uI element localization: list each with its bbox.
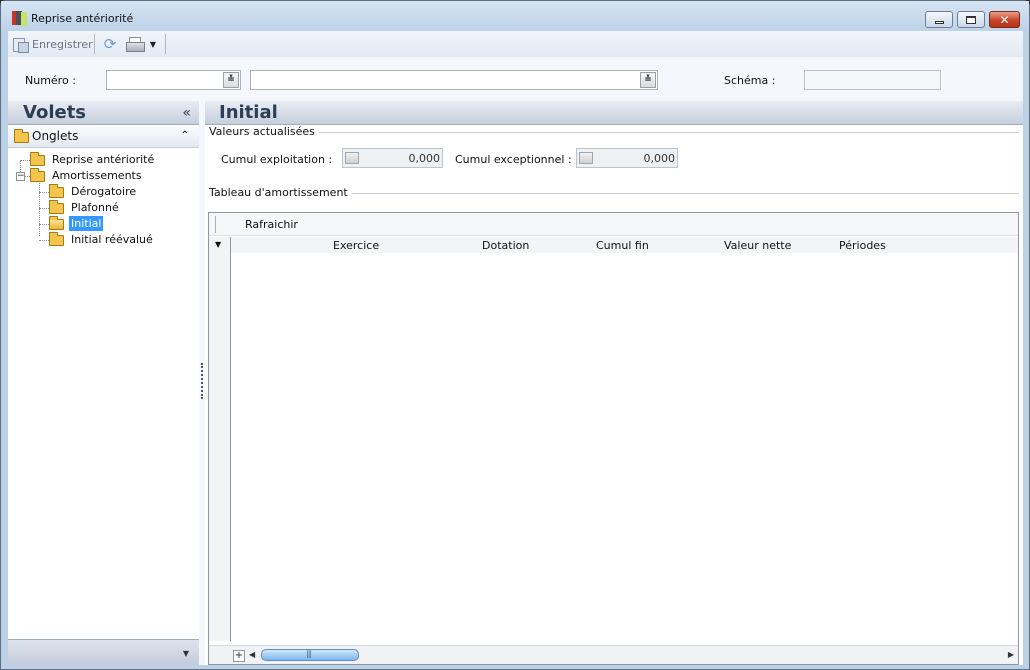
numero-description-combo[interactable]: ≚ [250,70,658,90]
cumul-exploitation-label: Cumul exploitation : [221,153,333,166]
column-header-dotation[interactable]: Dotation [482,239,529,252]
left-navigation-panel: Volets « Onglets ⌃ − Reprise antériorité… [8,101,199,665]
calculator-icon[interactable] [345,152,359,164]
close-button[interactable]: ✕ [989,11,1020,28]
section-rule [209,132,1019,133]
save-icon [12,36,29,53]
panel-header: Volets « [8,101,199,125]
calculator-icon[interactable] [579,152,593,164]
window-client-area: Enregistrer ⟳ ▼ Numéro : ≚ ≚ Schéma: Vo… [8,31,1023,665]
tableau-amortissement-legend: Tableau d'amortissement [209,186,352,199]
grid-toolbar: Rafraichir [209,213,1018,236]
restore-icon [966,15,976,24]
window-title: Reprise antériorité [31,12,134,25]
tabs-tree: − Reprise antériorité Amortissements Dér… [8,148,199,608]
save-label: Enregistrer [32,37,93,51]
tree-item-label: Reprise antériorité [52,153,155,166]
tree-item-label: Plafonné [71,201,119,214]
tree-connector [20,160,30,161]
tree-connector [39,240,49,241]
column-header-exercice[interactable]: Exercice [333,239,379,252]
toolbar: Enregistrer ⟳ ▼ [8,31,1023,57]
maximize-button[interactable] [957,11,985,28]
close-icon: ✕ [999,12,1010,27]
grid-footer: + ◀ ▶ [209,645,1018,664]
splitter-grip[interactable] [201,363,203,399]
content-header: Initial [205,101,1023,125]
tree-item-label: Initial réévalué [71,233,153,246]
tree-connector [39,192,49,193]
collapse-panel-icon[interactable]: « [182,105,191,121]
tree-connector [39,208,49,209]
main-content-panel: Initial Valeurs actualisées Cumul exploi… [205,101,1023,665]
refresh-icon: ⟳ [103,35,117,53]
open-folder-icon [49,216,64,230]
toolbar-separator [215,216,216,233]
minimize-button[interactable] [925,11,953,28]
row-selector-column: ▼ [209,237,231,641]
folder-icon [49,232,64,246]
numero-combo[interactable]: ≚ [106,70,241,90]
tree-item-label: Amortissements [52,169,142,182]
refresh-button[interactable]: ⟳ [100,35,120,53]
column-header-cumul-fin[interactable]: Cumul fin [596,239,649,252]
double-chevron-down-icon[interactable]: ≚ [223,72,239,88]
chevron-down-icon[interactable]: ▼ [183,649,189,658]
toolbar-separator [94,34,95,54]
panel-footer[interactable]: ▼ [8,639,199,665]
chevron-down-icon[interactable]: ▼ [215,240,221,249]
schema-field[interactable] [804,70,941,90]
group-header-onglets[interactable]: Onglets ⌃ [8,126,199,148]
scroll-left-icon[interactable]: ◀ [249,650,255,659]
app-icon [11,10,27,26]
tree-connector [39,224,49,225]
toolbar-separator [165,34,166,54]
valeurs-actualisees-legend: Valeurs actualisées [209,125,319,138]
amortization-grid: Rafraichir ▼ Exercice Dotation Cumul fin… [208,212,1019,665]
folder-icon [49,184,64,198]
cumul-exceptionnel-field[interactable]: 0,000 [576,148,678,168]
title-bar[interactable]: Reprise antériorité ✕ [1,1,1029,31]
folder-icon [14,129,29,143]
column-header-valeur-nette[interactable]: Valeur nette [724,239,791,252]
panel-title: Volets [23,102,87,123]
cumul-exceptionnel-label: Cumul exceptionnel : [455,153,572,166]
cumul-exploitation-field[interactable]: 0,000 [342,148,443,168]
folder-icon [49,200,64,214]
scroll-right-icon[interactable]: ▶ [1008,650,1014,659]
page-title: Initial [219,102,278,123]
group-title: Onglets [32,129,79,143]
double-chevron-down-icon[interactable]: ≚ [640,72,656,88]
folder-icon [30,168,45,182]
add-row-icon[interactable]: + [233,650,245,662]
header-fields: Numéro : ≚ ≚ Schéma : [8,57,1023,101]
tree-item-label: Dérogatoire [71,185,137,198]
cumul-exploitation-value: 0,000 [408,152,441,165]
chevron-down-icon: ▼ [149,39,157,49]
collapse-group-icon[interactable]: ⌃ [181,130,189,141]
print-button[interactable] [124,35,145,53]
numero-label: Numéro : [25,74,76,87]
tree-item-label: Initial [69,216,104,231]
cumul-exceptionnel-value: 0,000 [643,152,676,165]
print-dropdown-button[interactable]: ▼ [148,35,158,53]
minimize-icon [934,21,944,24]
app-window: Reprise antériorité ✕ Enregistrer ⟳ ▼ Nu… [0,0,1030,670]
save-button[interactable]: Enregistrer [12,35,93,53]
tree-expander[interactable]: − [16,172,25,181]
folder-icon [30,152,45,166]
refresh-grid-button[interactable]: Rafraichir [245,218,298,231]
printer-icon [125,37,145,52]
column-header-periodes[interactable]: Périodes [839,239,886,252]
horizontal-scrollbar-thumb[interactable] [261,649,359,661]
schema-label: Schéma : [724,74,776,87]
